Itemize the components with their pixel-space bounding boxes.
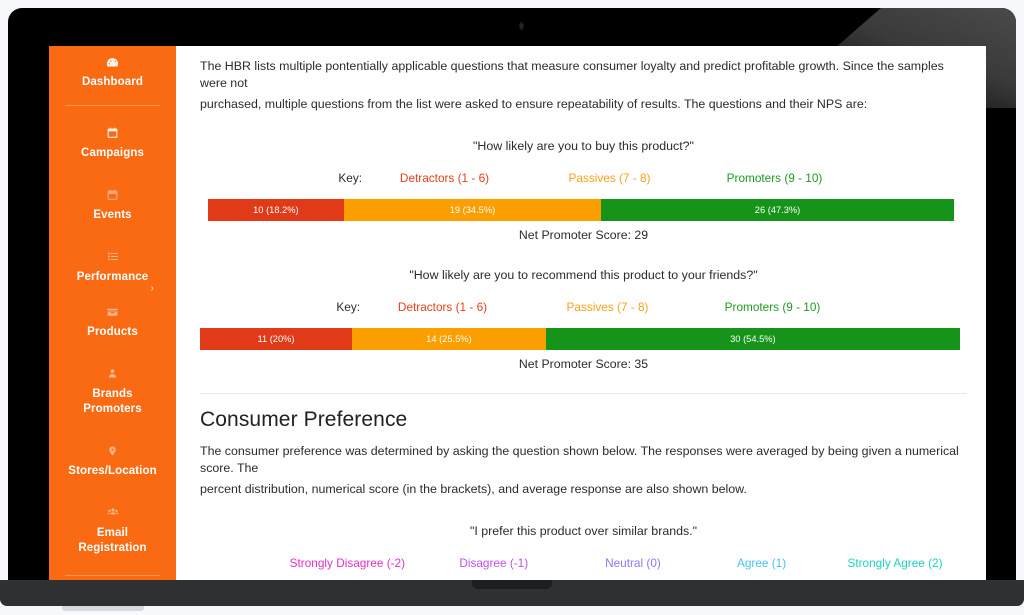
- map-pin-icon: [55, 444, 170, 459]
- sidebar-item-brands-promoters[interactable]: Brands Promoters: [49, 349, 176, 426]
- legend-detractors: Detractors (1 - 6): [397, 300, 488, 314]
- box-icon: [55, 305, 170, 320]
- user-icon: [55, 367, 170, 382]
- sidebar-item-products[interactable]: Products: [49, 293, 176, 349]
- bar-segment-passives[interactable]: 14 (25.5%): [352, 328, 546, 350]
- bar-segment-passives[interactable]: 19 (34.5%): [343, 199, 602, 221]
- nps-legend-2: Key: Detractors (1 - 6) Passives (7 - 8)…: [200, 300, 967, 314]
- nps-chart-1: "How likely are you to buy this product?…: [200, 139, 967, 242]
- legend-strongly-disagree: Strongly Disagree (-2): [289, 556, 406, 570]
- legend-passives: Passives (7 - 8): [566, 300, 649, 314]
- nps-stacked-bar-2: 11 (20%) 14 (25.5%) 30 (54.5%): [200, 328, 960, 350]
- legend-agree: Agree (1): [736, 556, 787, 570]
- page-title: Consumer Preference: [200, 408, 408, 431]
- sidebar-item-campaigns[interactable]: Campaigns: [49, 112, 176, 170]
- sidebar-item-performance[interactable]: Performance: [49, 232, 176, 287]
- gauge-icon: [55, 55, 170, 70]
- calendar-event-icon: [55, 188, 170, 203]
- legend-neutral: Neutral (0): [605, 556, 661, 570]
- key-label: Key:: [336, 300, 360, 314]
- nps-question-1: "How likely are you to buy this product?…: [473, 139, 694, 153]
- nps-stacked-bar-1: 10 (18.2%) 19 (34.5%) 26 (47.3%): [208, 199, 954, 221]
- sidebar-item-events[interactable]: Events: [49, 170, 176, 232]
- preference-paragraph-line2: percent distribution, numerical score (i…: [200, 482, 747, 496]
- laptop-notch: [472, 580, 552, 589]
- sidebar-item-label: Products: [87, 326, 138, 338]
- section-divider: [200, 393, 967, 394]
- chevron-right-icon[interactable]: ›: [49, 284, 176, 294]
- legend-promoters: Promoters (9 - 10): [726, 171, 823, 185]
- legend-detractors: Detractors (1 - 6): [399, 171, 490, 185]
- legend-disagree: Disagree (-1): [459, 556, 529, 570]
- screenshot-root: Dashboard Campaigns Events Performance ›…: [0, 0, 1024, 615]
- laptop-base: [0, 580, 1024, 606]
- key-label: Key:: [338, 171, 362, 185]
- sidebar-item-stores-location[interactable]: Stores/Location: [49, 426, 176, 488]
- main-content: The HBR lists multiple pontentially appl…: [176, 46, 986, 580]
- legend-strongly-agree: Strongly Agree (2): [847, 556, 943, 570]
- consumer-preference-section: Consumer Preference The consumer prefere…: [200, 408, 967, 580]
- intro-paragraph-line2: purchased, multiple questions from the l…: [200, 97, 868, 111]
- people-icon: [55, 506, 170, 521]
- sidebar-item-label: Campaigns: [81, 147, 144, 159]
- preference-question: "I prefer this product over similar bran…: [469, 524, 698, 538]
- nps-legend-1: Key: Detractors (1 - 6) Passives (7 - 8)…: [200, 171, 967, 185]
- sidebar-item-label: Events: [93, 209, 132, 221]
- nps-question-2: "How likely are you to recommend this pr…: [409, 268, 758, 282]
- calendar-icon: [55, 126, 170, 141]
- legend-passives: Passives (7 - 8): [568, 171, 651, 185]
- intro-paragraph-line1: The HBR lists multiple pontentially appl…: [200, 59, 944, 90]
- nps-score-1: Net Promoter Score: 29: [518, 228, 649, 242]
- preference-paragraph-line1: The consumer preference was determined b…: [200, 444, 959, 475]
- bar-segment-detractors[interactable]: 10 (18.2%): [208, 199, 344, 221]
- browser-viewport: Dashboard Campaigns Events Performance ›…: [49, 46, 986, 580]
- legend-spacer: [200, 556, 273, 570]
- nps-chart-2: "How likely are you to recommend this pr…: [200, 268, 967, 371]
- bar-segment-promoters[interactable]: 26 (47.3%): [601, 199, 954, 221]
- sidebar-item-email-registration[interactable]: Email Registration: [49, 488, 176, 565]
- sidebar-divider-bottom: [65, 575, 160, 576]
- sidebar: Dashboard Campaigns Events Performance ›…: [49, 46, 176, 580]
- laptop-frame: Dashboard Campaigns Events Performance ›…: [8, 8, 1016, 580]
- bar-segment-promoters[interactable]: 30 (54.5%): [545, 328, 960, 350]
- webcam-icon: [519, 22, 524, 30]
- bar-segment-detractors[interactable]: 11 (20%): [200, 328, 352, 350]
- sidebar-item-dashboard[interactable]: Dashboard: [49, 46, 176, 99]
- laptop-foot: [62, 606, 144, 611]
- nps-score-2: Net Promoter Score: 35: [518, 357, 649, 371]
- sidebar-item-label: Brands Promoters: [83, 388, 142, 415]
- sidebar-item-label: Stores/Location: [68, 465, 157, 477]
- sidebar-item-label: Dashboard: [82, 76, 143, 88]
- sidebar-divider-top: [65, 105, 160, 106]
- sidebar-item-label: Email Registration: [78, 527, 147, 554]
- preference-legend: Strongly Disagree (-2) Disagree (-1) Neu…: [200, 556, 967, 570]
- legend-promoters: Promoters (9 - 10): [724, 300, 821, 314]
- list-icon: [55, 250, 170, 265]
